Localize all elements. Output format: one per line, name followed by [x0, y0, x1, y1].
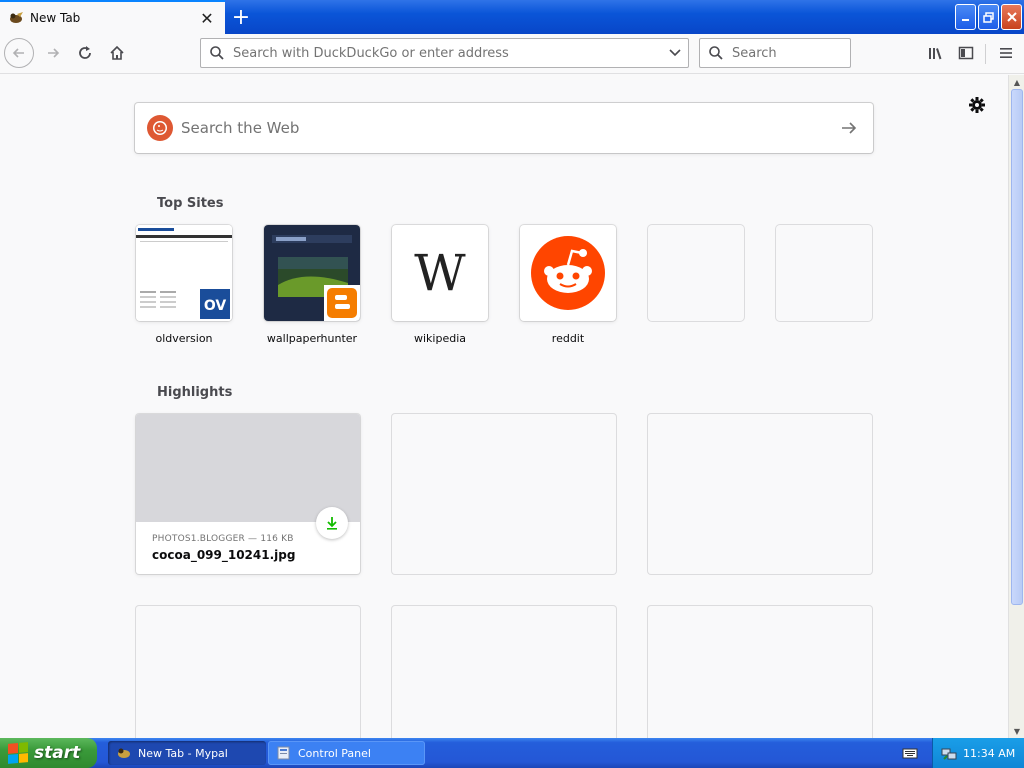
highlight-source: PHOTOS1.BLOGGER — 116 KB — [152, 534, 294, 544]
taskbar-item-control-panel[interactable]: Control Panel — [268, 741, 425, 765]
highlight-preview — [136, 414, 360, 522]
highlight-title: cocoa_099_10241.jpg — [152, 548, 296, 562]
network-icon[interactable] — [941, 745, 957, 761]
chevron-down-icon[interactable] — [662, 40, 688, 66]
clock[interactable]: 11:34 AM — [963, 747, 1015, 760]
top-site-empty — [776, 225, 872, 332]
gear-icon[interactable] — [966, 94, 988, 116]
highlight-card[interactable]: PHOTOS1.BLOGGER — 116 KB cocoa_099_10241… — [136, 414, 360, 574]
download-icon — [316, 507, 348, 539]
control-panel-icon — [276, 745, 292, 761]
web-search-input[interactable] — [181, 119, 825, 137]
mypal-icon — [8, 10, 24, 26]
sidebar-icon[interactable] — [951, 38, 981, 68]
windows-logo-icon — [8, 742, 28, 764]
start-label: start — [34, 743, 81, 763]
taskbar-item-label: Control Panel — [298, 746, 371, 760]
empty-highlight-card — [648, 606, 872, 738]
close-tab-icon[interactable]: ✕ — [197, 8, 217, 28]
top-site-reddit[interactable]: reddit — [520, 225, 616, 345]
taskbar: start New Tab - Mypal Control Panel 11:3… — [0, 738, 1024, 768]
reddit-icon — [531, 236, 605, 310]
navigation-toolbar — [0, 34, 1024, 74]
menu-icon[interactable] — [991, 38, 1021, 68]
search-input[interactable] — [732, 45, 902, 61]
search-icon — [209, 45, 225, 61]
taskbar-item-mypal[interactable]: New Tab - Mypal — [108, 741, 266, 765]
scroll-up-icon[interactable]: ▲ — [1010, 75, 1024, 89]
site-thumbnail — [264, 225, 360, 321]
site-thumbnail: OV — [136, 225, 232, 321]
address-bar[interactable] — [200, 38, 689, 68]
start-button[interactable]: start — [0, 738, 97, 768]
search-icon — [708, 45, 724, 61]
site-label: reddit — [551, 332, 585, 345]
title-bar: New Tab ✕ + — [0, 0, 1024, 34]
home-button[interactable] — [102, 38, 132, 68]
system-tray: 11:34 AM — [932, 738, 1024, 768]
restore-button[interactable] — [978, 4, 999, 30]
highlights-heading: Highlights — [157, 385, 233, 400]
site-thumbnail: W — [392, 225, 488, 321]
search-bar[interactable] — [699, 38, 902, 68]
site-thumbnail — [520, 225, 616, 321]
duckduckgo-icon — [147, 115, 173, 141]
tab-title: New Tab — [30, 11, 81, 25]
top-site-wallpaperhunter[interactable]: wallpaperhunter — [264, 225, 360, 345]
window-controls — [955, 4, 1022, 30]
scroll-down-icon[interactable]: ▼ — [1010, 724, 1024, 738]
close-window-button[interactable] — [1001, 4, 1022, 30]
new-tab-button[interactable]: + — [228, 4, 254, 30]
top-sites-heading: Top Sites — [157, 196, 224, 211]
empty-site-tile — [776, 225, 872, 321]
address-input[interactable] — [233, 45, 662, 61]
top-site-wikipedia[interactable]: W wikipedia — [392, 225, 488, 345]
empty-highlight-card — [136, 606, 360, 738]
svg-text:OV: OV — [204, 298, 227, 314]
arrow-right-icon[interactable] — [825, 104, 873, 152]
forward-button[interactable] — [38, 38, 68, 68]
top-site-oldversion[interactable]: OV oldversion — [136, 225, 232, 345]
library-icon[interactable] — [920, 38, 950, 68]
empty-highlight-card — [392, 414, 616, 574]
web-search-box[interactable] — [135, 103, 873, 153]
scroll-thumb[interactable] — [1011, 89, 1023, 605]
taskbar-item-label: New Tab - Mypal — [138, 746, 228, 760]
tab-new-tab[interactable]: New Tab ✕ — [0, 0, 225, 34]
keyboard-icon[interactable] — [902, 746, 918, 760]
mypal-icon — [116, 745, 132, 761]
empty-highlight-card — [648, 414, 872, 574]
minimize-button[interactable] — [955, 4, 976, 30]
back-button[interactable] — [4, 38, 34, 68]
site-label: wikipedia — [413, 332, 466, 345]
vertical-scrollbar[interactable]: ▲ ▼ — [1008, 75, 1024, 738]
empty-highlight-card — [392, 606, 616, 738]
top-site-empty — [648, 225, 744, 332]
site-label: wallpaperhunter — [266, 332, 358, 345]
reload-button[interactable] — [70, 38, 100, 68]
site-label: oldversion — [155, 332, 213, 345]
new-tab-page: Top Sites OV oldversion — [0, 75, 1008, 738]
empty-site-tile — [648, 225, 744, 321]
toolbar-separator — [985, 44, 986, 64]
wikipedia-icon: W — [414, 244, 466, 302]
